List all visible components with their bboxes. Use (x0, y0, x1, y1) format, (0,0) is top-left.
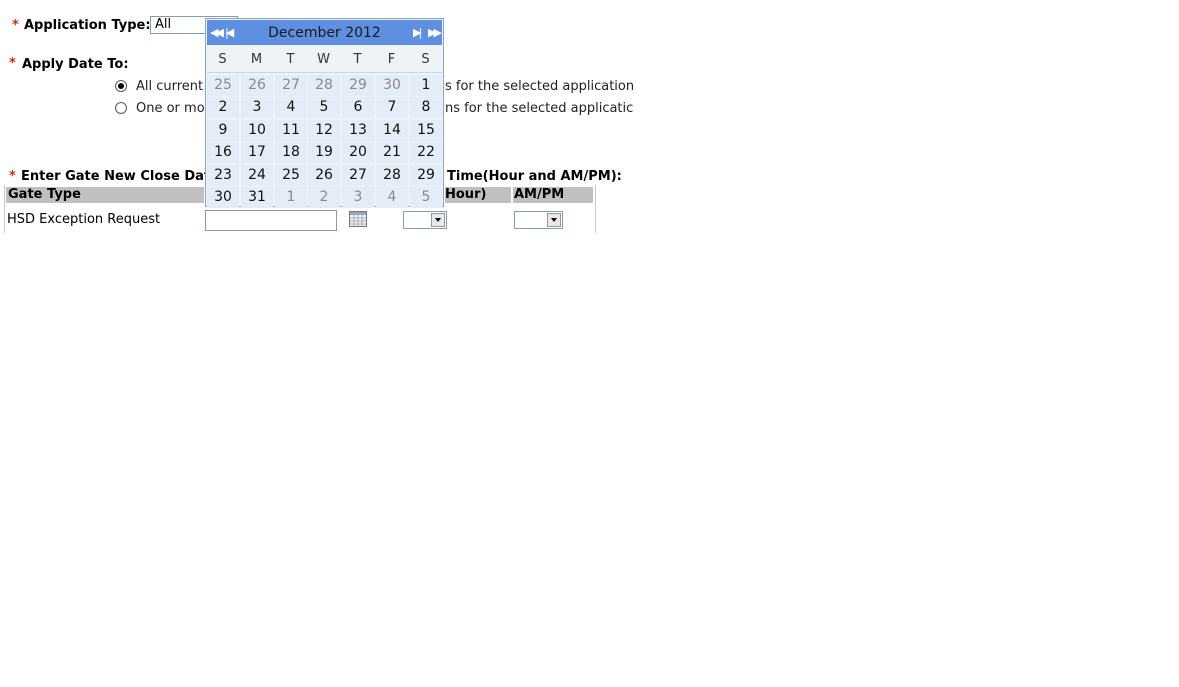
header-ampm: AM/PM (514, 187, 565, 202)
calendar-day[interactable]: 31 (241, 187, 273, 208)
calendar-day[interactable]: 29 (342, 75, 374, 96)
table-header-cell: Gate Type (6, 187, 204, 203)
calendar-day[interactable]: 29 (410, 165, 442, 186)
apply-date-label: Apply Date To: (22, 57, 129, 72)
radio-all-current-label: All current (136, 79, 204, 94)
calendar-day[interactable]: 1 (275, 187, 307, 208)
calendar-day[interactable]: 8 (410, 97, 442, 118)
calendar-day[interactable]: 1 (410, 75, 442, 96)
weekday-label: F (387, 52, 396, 67)
calendar-popup: ◀◀ |◀ December 2012 ▶| ▶▶ SMTWTFS 25 26 27… (205, 18, 444, 208)
chevron-down-icon[interactable] (547, 213, 561, 227)
calendar-day[interactable]: 18 (275, 142, 307, 163)
chevron-down-icon[interactable] (431, 213, 445, 227)
calendar-day[interactable]: 5 (308, 97, 340, 118)
calendar-day[interactable]: 30 (207, 187, 239, 208)
radio-all-current[interactable] (115, 80, 127, 92)
calendar-day[interactable]: 6 (342, 97, 374, 118)
calendar-day[interactable]: 21 (376, 142, 408, 163)
calendar-day[interactable]: 26 (241, 75, 273, 96)
calendar-day[interactable]: 19 (308, 142, 340, 163)
required-marker: * (9, 169, 16, 184)
enter-gate-label: Enter Gate New Close Dat (21, 169, 211, 184)
table-header-cell: Hour) (445, 187, 511, 203)
weekday-label: S (218, 52, 227, 67)
radio-all-current-label-tail: s for the selected application (445, 79, 635, 94)
calendar-day[interactable]: 2 (308, 187, 340, 208)
calendar-header: ◀◀ |◀ December 2012 ▶| ▶▶ (207, 20, 442, 45)
application-type-label: Application Type: (24, 18, 151, 33)
calendar-day[interactable]: 27 (342, 165, 374, 186)
calendar-day[interactable]: 17 (241, 142, 273, 163)
calendar-day[interactable]: 28 (308, 75, 340, 96)
calendar-day[interactable]: 25 (275, 165, 307, 186)
calendar-day[interactable]: 2 (207, 97, 239, 118)
calendar-day[interactable]: 26 (308, 165, 340, 186)
header-gate-type: Gate Type (8, 187, 81, 202)
calendar-title: December 2012 (268, 25, 381, 41)
calendar-day[interactable]: 13 (342, 120, 374, 141)
calendar-day[interactable]: 12 (308, 120, 340, 141)
calendar-day[interactable]: 3 (241, 97, 273, 118)
calendar-day[interactable]: 23 (207, 165, 239, 186)
required-marker: * (9, 56, 16, 71)
hour-select[interactable] (403, 211, 447, 229)
calendar-day[interactable]: 4 (275, 97, 307, 118)
next-month-button[interactable]: ▶| (413, 26, 422, 39)
row-gate-type: HSD Exception Request (7, 212, 161, 227)
calendar-day[interactable]: 11 (275, 120, 307, 141)
calendar-day[interactable]: 20 (342, 142, 374, 163)
calendar-day[interactable]: 9 (207, 120, 239, 141)
calendar-day[interactable]: 27 (275, 75, 307, 96)
weekday-label: S (421, 52, 430, 67)
required-marker: * (12, 18, 19, 33)
calendar-day[interactable]: 10 (241, 120, 273, 141)
weekday-label: W (317, 52, 330, 67)
calendar-day[interactable]: 5 (410, 187, 442, 208)
calendar-day[interactable]: 15 (410, 120, 442, 141)
calendar-day[interactable]: 7 (376, 97, 408, 118)
radio-one-or-more-label-tail: ns for the selected applicatic (445, 101, 634, 116)
calendar-day[interactable]: 28 (376, 165, 408, 186)
enter-gate-label-tail: Time(Hour and AM/PM): (447, 169, 622, 184)
close-date-input[interactable] (205, 210, 337, 231)
header-hour: Hour) (445, 187, 487, 202)
next-year-button[interactable]: ▶▶ (428, 26, 442, 39)
calendar-day[interactable]: 3 (342, 187, 374, 208)
weekday-row: SMTWTFS (207, 49, 442, 69)
calendar-day[interactable]: 14 (376, 120, 408, 141)
calendar-divider (207, 72, 442, 73)
calendar-day[interactable]: 16 (207, 142, 239, 163)
weekday-label: M (250, 52, 263, 67)
radio-one-or-more-label: One or mo (136, 101, 205, 116)
calendar-day[interactable]: 22 (410, 142, 442, 163)
calendar-day[interactable]: 24 (241, 165, 273, 186)
table-header-cell: AM/PM (513, 187, 593, 203)
calendar-icon[interactable] (349, 211, 367, 227)
ampm-select[interactable] (514, 211, 563, 229)
application-type-value: All (155, 17, 172, 32)
weekday-label: T (286, 52, 295, 67)
weekday-label: T (353, 52, 362, 67)
calendar-day[interactable]: 25 (207, 75, 239, 96)
calendar-day[interactable]: 4 (376, 187, 408, 208)
radio-one-or-more[interactable] (115, 102, 127, 114)
calendar-day[interactable]: 30 (376, 75, 408, 96)
